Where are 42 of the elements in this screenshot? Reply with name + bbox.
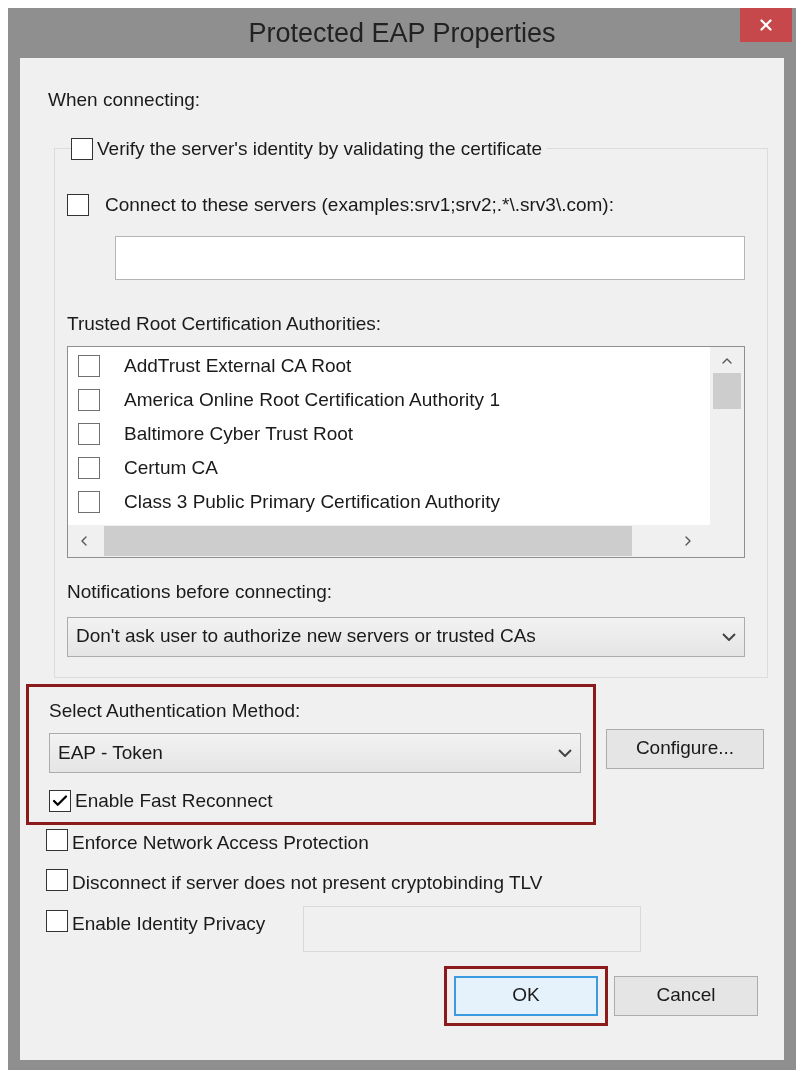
checkbox-label: Disconnect if server does not present cryptobinding TLV bbox=[72, 871, 543, 895]
vertical-scrollbar[interactable] bbox=[710, 347, 744, 525]
checkbox[interactable] bbox=[78, 355, 100, 377]
close-icon bbox=[757, 16, 775, 34]
checkbox-label: Enforce Network Access Protection bbox=[72, 830, 369, 855]
configure-button[interactable]: Configure... bbox=[606, 728, 764, 769]
list-item[interactable]: Class 3 Public Primary Certification Authority bbox=[124, 487, 500, 517]
caret-icon bbox=[558, 749, 572, 757]
dialog-button[interactable]: Cancel bbox=[614, 975, 758, 1016]
section-label: When connecting: bbox=[48, 88, 201, 112]
checkbox[interactable] bbox=[49, 790, 71, 813]
checkbox-label: Verify the server's identity by validating the certificate bbox=[97, 136, 543, 161]
list-item[interactable]: Certum CA bbox=[124, 453, 218, 483]
list-item[interactable]: AddTrust External CA Root bbox=[124, 351, 352, 381]
checkbox[interactable] bbox=[78, 389, 100, 411]
checkbox[interactable] bbox=[46, 909, 68, 932]
checkbox[interactable] bbox=[78, 491, 100, 513]
window-title: Protected EAP Properties bbox=[248, 16, 556, 50]
caret-icon bbox=[722, 632, 736, 641]
list-item[interactable]: Baltimore Cyber Trust Root bbox=[124, 419, 354, 449]
checkbox[interactable] bbox=[78, 423, 100, 445]
field-label: Notifications before connecting: bbox=[67, 580, 333, 604]
checkbox[interactable] bbox=[78, 457, 100, 479]
scrollbar-thumb[interactable] bbox=[713, 373, 741, 409]
horizontal-scrollbar[interactable] bbox=[68, 525, 744, 557]
checkbox[interactable] bbox=[67, 194, 89, 217]
checkbox-label: Connect to these servers (examples:srv1;srv2;.*\.srv3\.com): bbox=[105, 193, 614, 217]
checkbox[interactable] bbox=[71, 137, 93, 160]
checkbox[interactable] bbox=[46, 869, 68, 891]
checkbox-label: Enable Identity Privacy bbox=[72, 911, 266, 936]
close-button[interactable] bbox=[740, 8, 792, 42]
certificate-list[interactable]: AddTrust External CA Root America Online Root Certification Authority 1 Baltimore Cyber Trust Root Certum CA Class 3 Public Primary Certification Authority bbox=[67, 346, 745, 558]
input-field[interactable] bbox=[115, 235, 745, 280]
dropdown[interactable]: Don't ask user to authorize new servers or trusted CAs bbox=[67, 616, 745, 657]
dialog-button[interactable]: OK bbox=[454, 975, 598, 1016]
scrollbar-thumb[interactable] bbox=[104, 526, 632, 556]
list-item[interactable]: America Online Root Certification Authority 1 bbox=[124, 385, 500, 415]
checkbox-label: Enable Fast Reconnect bbox=[75, 789, 273, 813]
dropdown[interactable]: EAP - Token bbox=[49, 733, 581, 773]
checkbox[interactable] bbox=[46, 828, 68, 851]
list-label: Trusted Root Certification Authorities: bbox=[67, 311, 381, 336]
field-label: Select Authentication Method: bbox=[49, 698, 301, 723]
